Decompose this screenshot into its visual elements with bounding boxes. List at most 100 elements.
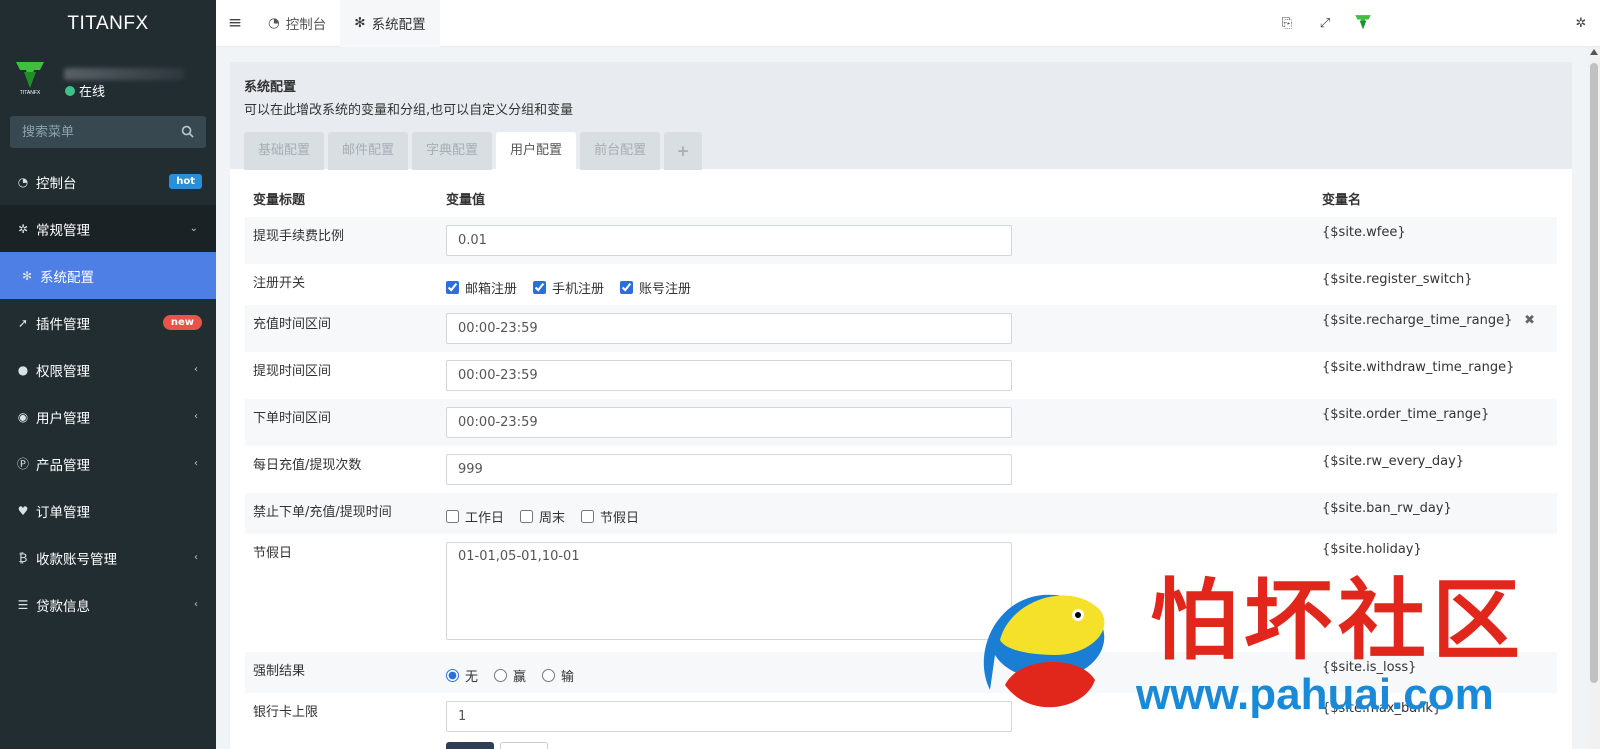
tab-user-config[interactable]: 用户配置	[496, 132, 577, 170]
result-none-radio[interactable]	[446, 669, 459, 682]
option-label: 输	[561, 670, 575, 685]
gear-icon: ✻	[354, 15, 366, 31]
row-varname: {$site.wfee}	[1314, 217, 1557, 264]
row-varname: {$site.rw_every_day}	[1322, 454, 1465, 469]
withdraw-time-input[interactable]	[446, 360, 1012, 391]
tab-dictionary-config[interactable]: 字典配置	[412, 132, 493, 170]
rocket-icon: ➚	[17, 315, 29, 330]
row-value-cell: 邮箱注册 手机注册 账号注册	[438, 264, 1314, 305]
workday-checkbox[interactable]	[446, 510, 459, 523]
sidebar-item-dashboard[interactable]: ◔ 控制台 hot	[0, 158, 216, 205]
language-icon[interactable]: ⎘	[1268, 0, 1306, 47]
cogs-icon: ✲	[17, 221, 29, 236]
delete-icon[interactable]: ✖	[1524, 313, 1535, 328]
scroll-thumb[interactable]	[1590, 63, 1598, 683]
table-row: 提现手续费比例 {$site.wfee}	[245, 217, 1557, 264]
result-win-option[interactable]: 赢	[494, 666, 526, 685]
phone-register-option[interactable]: 手机注册	[533, 278, 604, 297]
tab-frontend-config[interactable]: 前台配置	[580, 132, 661, 170]
svg-text:TITANFX: TITANFX	[20, 90, 41, 96]
row-title: 节假日	[253, 546, 293, 561]
holiday-textarea[interactable]: 01-01,05-01,10-01	[446, 542, 1012, 640]
bank-card-limit-input[interactable]	[446, 701, 1012, 732]
sidebar-item-general[interactable]: ✲ 常规管理 ⌄	[0, 205, 216, 252]
holiday-checkbox[interactable]	[581, 510, 595, 523]
table-row: 下单时间区间 {$site.order_time_range}	[245, 399, 1557, 446]
titanfx-avatar-icon	[1355, 14, 1371, 30]
holiday-option[interactable]: 节假日	[581, 507, 639, 526]
withdraw-fee-input[interactable]	[446, 225, 1012, 256]
order-time-input[interactable]	[446, 407, 1012, 438]
sidebar-item-permissions[interactable]: ● 权限管理 ‹	[0, 346, 216, 393]
menu-toggle-icon[interactable]: ≡	[216, 0, 254, 47]
search-menu-input[interactable]	[10, 116, 206, 148]
search-icon[interactable]	[181, 125, 194, 138]
sidebar-item-plugins[interactable]: ➚ 插件管理 new	[0, 299, 216, 346]
sidebar-item-users[interactable]: ◉ 用户管理 ‹	[0, 393, 216, 440]
config-tabs: 基础配置 邮件配置 字典配置 用户配置 前台配置 +	[244, 132, 1558, 170]
tab-dashboard[interactable]: ◔ 控制台	[254, 0, 340, 47]
scroll-up-arrow-icon[interactable]	[1590, 49, 1598, 55]
sidebar-item-system-config[interactable]: ✻ 系统配置	[0, 252, 216, 299]
reset-button[interactable]	[500, 742, 548, 749]
tab-email-config[interactable]: 邮件配置	[328, 132, 409, 170]
user-avatar[interactable]	[1344, 0, 1382, 47]
page-scrollbar[interactable]	[1588, 47, 1600, 749]
result-win-radio[interactable]	[494, 669, 508, 682]
row-value-cell	[438, 352, 1314, 399]
row-value-cell	[438, 399, 1314, 446]
sidebar-item-label: 用户管理	[36, 410, 90, 427]
table-row: 节假日 01-01,05-01,10-01 {$site.holiday}	[245, 534, 1557, 652]
user-status-label: 在线	[79, 85, 106, 100]
row-varname: {$site.recharge_time_range}	[1322, 313, 1513, 328]
row-value-cell	[438, 446, 1314, 493]
tab-basic-config[interactable]: 基础配置	[244, 132, 325, 170]
weekend-option[interactable]: 周末	[520, 507, 565, 526]
user-status: 在线	[65, 81, 105, 100]
online-dot-icon	[65, 85, 75, 96]
row-title: 强制结果	[245, 652, 438, 693]
fullscreen-icon[interactable]: ⤢	[1306, 0, 1344, 47]
result-lose-radio[interactable]	[542, 669, 556, 682]
row-title: 每日充值/提现次数	[253, 458, 362, 473]
weekend-checkbox[interactable]	[520, 510, 534, 523]
sidebar-item-loans[interactable]: ☰ 贷款信息 ‹	[0, 581, 216, 628]
row-value-cell: 无 赢 输	[438, 652, 1314, 693]
email-register-option[interactable]: 邮箱注册	[446, 278, 517, 297]
tab-system-config[interactable]: ✻ 系统配置	[340, 0, 440, 47]
col-header-value: 变量值	[446, 192, 486, 208]
table-row: 禁止下单/充值/提现时间 工作日 周末 节假日 {$site.ban_rw_da…	[245, 493, 1557, 534]
new-badge: new	[162, 315, 202, 330]
add-group-plus-icon[interactable]: +	[664, 132, 703, 170]
result-none-option[interactable]: 无	[446, 666, 478, 685]
sidebar-item-payment-accounts[interactable]: ₿ 收款账号管理 ‹	[0, 534, 216, 581]
chevron-down-icon: ⌄	[189, 223, 198, 234]
row-value-cell	[438, 693, 1314, 749]
option-label: 无	[465, 670, 479, 685]
daily-rw-count-input[interactable]	[446, 454, 1012, 485]
row-varname: {$site.ban_rw_day}	[1314, 493, 1557, 534]
list-icon: ☰	[17, 597, 29, 612]
brand-logo-text[interactable]: TITANFX	[0, 0, 216, 48]
phone-register-checkbox[interactable]	[533, 281, 547, 294]
result-lose-option[interactable]: 输	[542, 666, 574, 685]
table-row: 充值时间区间 {$site.recharge_time_range} ✖	[245, 305, 1557, 352]
account-register-option[interactable]: 账号注册	[620, 278, 691, 297]
row-value-cell	[438, 217, 1314, 264]
gear-icon: ✻	[21, 268, 33, 283]
dashboard-icon: ◔	[17, 174, 29, 189]
sidebar-item-orders[interactable]: ♥ 订单管理	[0, 487, 216, 534]
recharge-time-input[interactable]	[446, 313, 1012, 344]
option-label: 账号注册	[639, 282, 692, 297]
sidebar-item-label: 收款账号管理	[36, 551, 117, 568]
row-title: 注册开关	[253, 276, 306, 291]
workday-option[interactable]: 工作日	[446, 507, 504, 526]
email-register-checkbox[interactable]	[446, 281, 459, 294]
submit-button[interactable]	[446, 742, 494, 749]
row-value-cell	[438, 305, 1314, 352]
account-register-checkbox[interactable]	[620, 281, 634, 294]
settings-cogs-icon[interactable]: ✲	[1562, 0, 1600, 47]
user-panel: TITANFX 在线	[0, 48, 216, 110]
sidebar-item-products[interactable]: Ⓟ 产品管理 ‹	[0, 440, 216, 487]
